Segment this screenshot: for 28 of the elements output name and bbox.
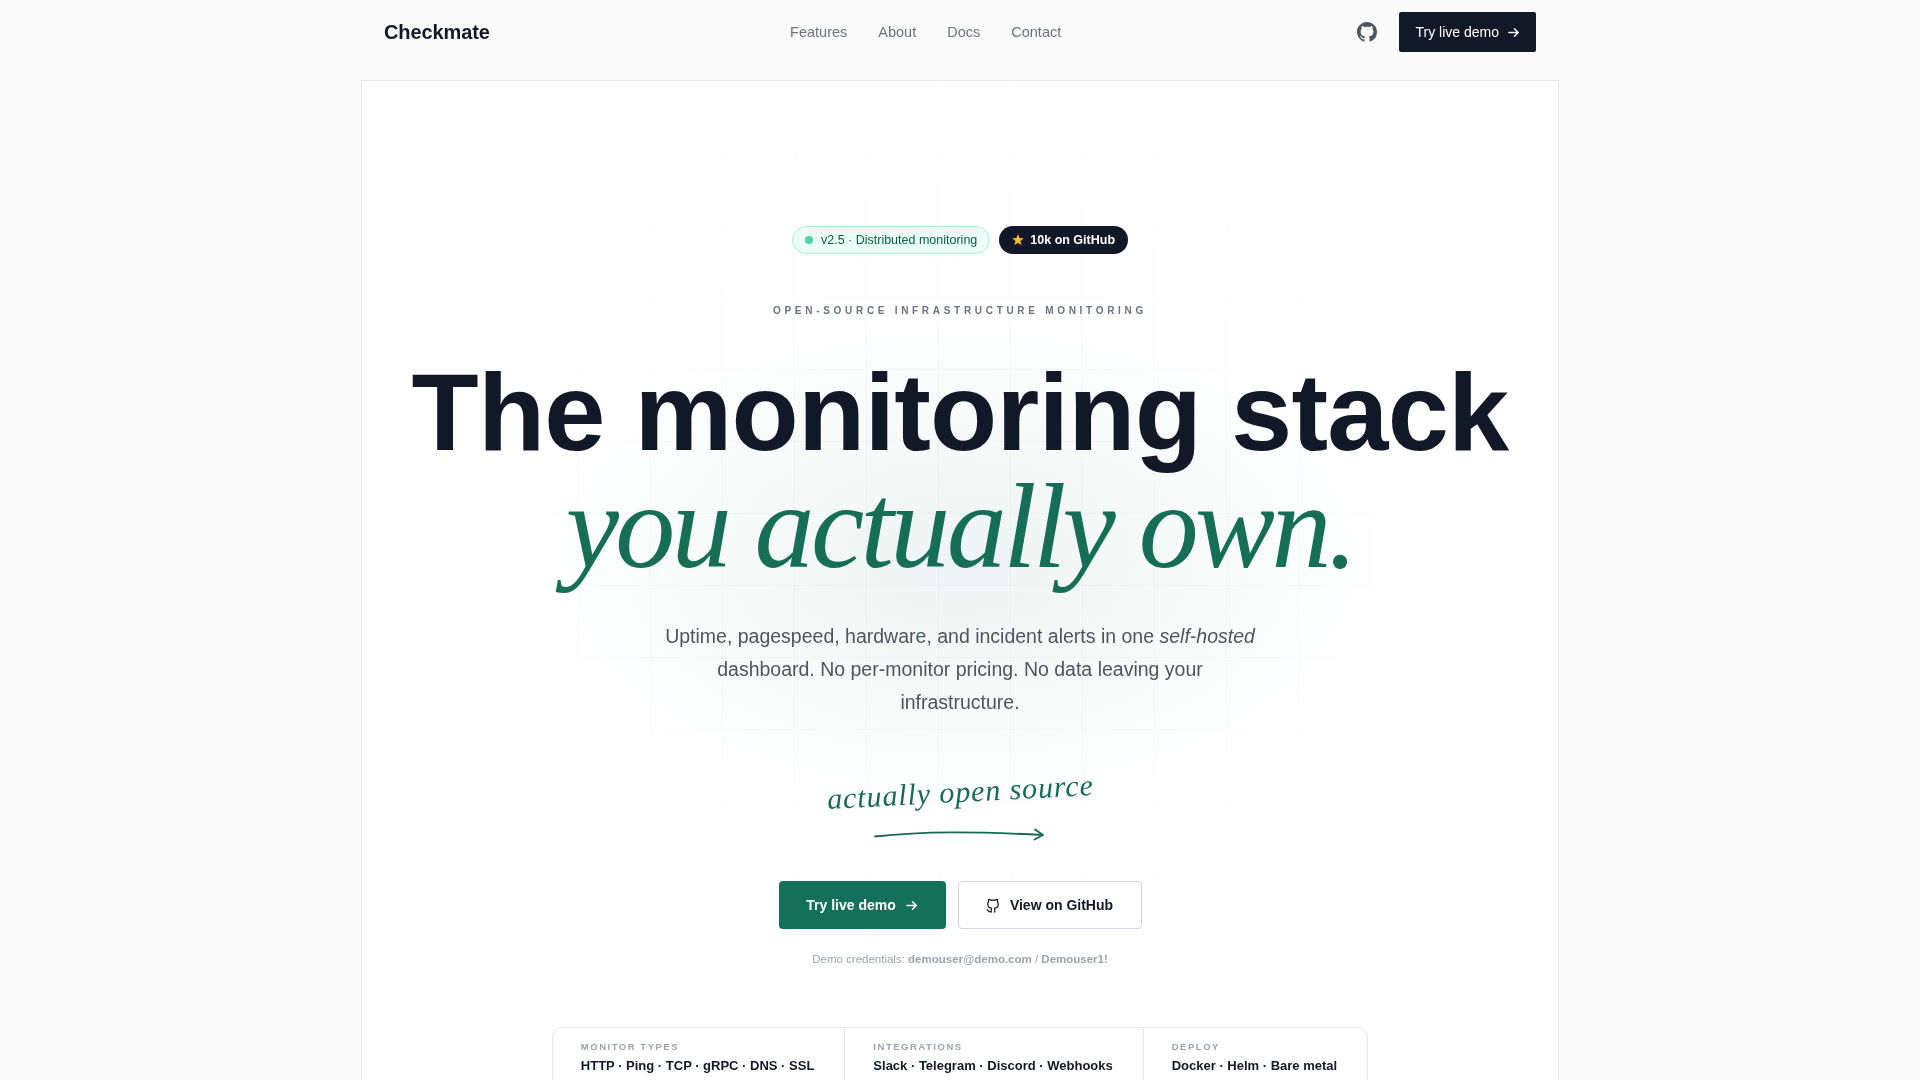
badge-label: 10k on GitHub	[1030, 233, 1116, 247]
github-icon[interactable]	[1357, 22, 1378, 42]
arrow-right-icon	[905, 899, 918, 911]
stat-label: MONITOR TYPES	[580, 1041, 681, 1053]
nav-link[interactable]: Contact	[1011, 24, 1062, 40]
badge-label: v2.5 · Distributed monitoring	[820, 233, 978, 247]
stat-value: Docker · Helm · Bare metal	[1171, 1058, 1338, 1073]
curved-arrow-icon	[874, 827, 1046, 841]
github-stars-badge[interactable]: 10k on GitHub	[999, 226, 1129, 254]
nav-link[interactable]: About	[878, 24, 917, 40]
arrow-right-icon	[1508, 26, 1520, 38]
nav-link[interactable]: Features	[790, 24, 848, 40]
view-on-github-button[interactable]: View on GitHub	[957, 881, 1142, 929]
hero-subtitle: Uptime, pagespeed, hardware, and incident alerts in one self-hosted dashboard. No per-monitor pricing. No data leaving your infrastructure.	[664, 624, 1257, 715]
status-dot-icon	[804, 236, 813, 244]
try-live-demo-button[interactable]: Try live demo	[778, 881, 946, 929]
handwritten-note: actually open source	[825, 767, 1095, 817]
demo-credentials-text: Demo credentials: demouser@demo.com / Demouser1!	[812, 952, 1108, 967]
stat-label: DEPLOY	[1171, 1041, 1221, 1053]
stat-value: HTTP · Ping · TCP · gRPC · DNS · SSL	[580, 1058, 815, 1073]
brand-logo[interactable]: Checkmate	[384, 20, 490, 44]
stat-value: Slack · Telegram · Discord · Webhooks	[873, 1058, 1113, 1073]
try-live-demo-button[interactable]: Try live demo	[1399, 12, 1536, 52]
github-icon	[985, 897, 1000, 913]
nav-link[interactable]: Docs	[947, 24, 981, 40]
star-icon	[1012, 234, 1025, 246]
stat-label: INTEGRATIONS	[873, 1041, 964, 1053]
eyebrow-text: OPEN-SOURCE INFRASTRUCTURE MONITORING	[773, 304, 1147, 318]
